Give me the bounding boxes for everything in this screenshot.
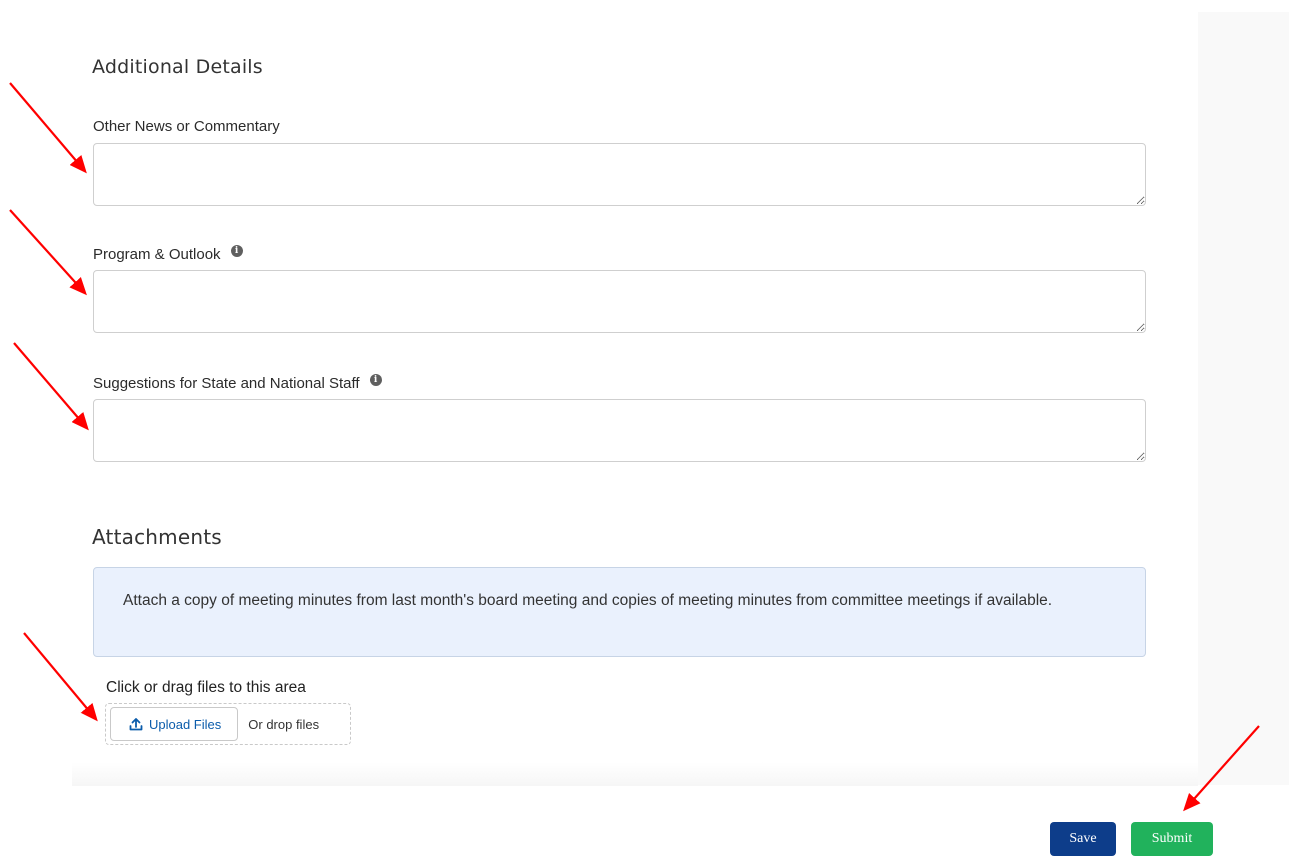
right-sidebar <box>1198 12 1289 785</box>
program-outlook-textarea[interactable] <box>93 270 1146 333</box>
attachments-heading: Attachments <box>92 525 222 549</box>
upload-files-button[interactable]: Upload Files <box>110 707 239 741</box>
file-drop-label: Click or drag files to this area <box>106 679 306 696</box>
save-button[interactable]: Save <box>1050 822 1116 856</box>
file-dropzone[interactable]: Upload Files Or drop files <box>105 703 351 745</box>
annotation-arrow <box>9 209 87 296</box>
attachments-notice-text: Attach a copy of meeting minutes from la… <box>123 592 1053 609</box>
suggestions-label: Suggestions for State and National Staff… <box>93 373 382 392</box>
suggestions-label-text: Suggestions for State and National Staff <box>93 375 360 392</box>
upload-icon <box>129 718 143 731</box>
drop-files-text: Or drop files <box>248 716 320 732</box>
annotation-arrow <box>9 82 87 174</box>
form-card-bottom-edge <box>72 762 1198 786</box>
info-icon[interactable]: i <box>230 244 243 257</box>
annotation-arrow <box>23 632 98 722</box>
other-news-textarea[interactable] <box>93 143 1146 206</box>
other-news-label-text: Other News or Commentary <box>93 118 280 135</box>
attachments-notice: Attach a copy of meeting minutes from la… <box>93 567 1146 657</box>
other-news-label: Other News or Commentary <box>93 118 280 135</box>
upload-files-label: Upload Files <box>149 716 222 732</box>
program-outlook-label-text: Program & Outlook <box>93 246 221 263</box>
annotation-arrow <box>13 342 89 431</box>
additional-details-heading: Additional Details <box>92 56 263 78</box>
program-outlook-label: Program & Outlook i <box>93 244 243 263</box>
suggestions-textarea[interactable] <box>93 399 1146 462</box>
submit-button[interactable]: Submit <box>1131 822 1213 856</box>
info-icon[interactable]: i <box>369 373 382 386</box>
